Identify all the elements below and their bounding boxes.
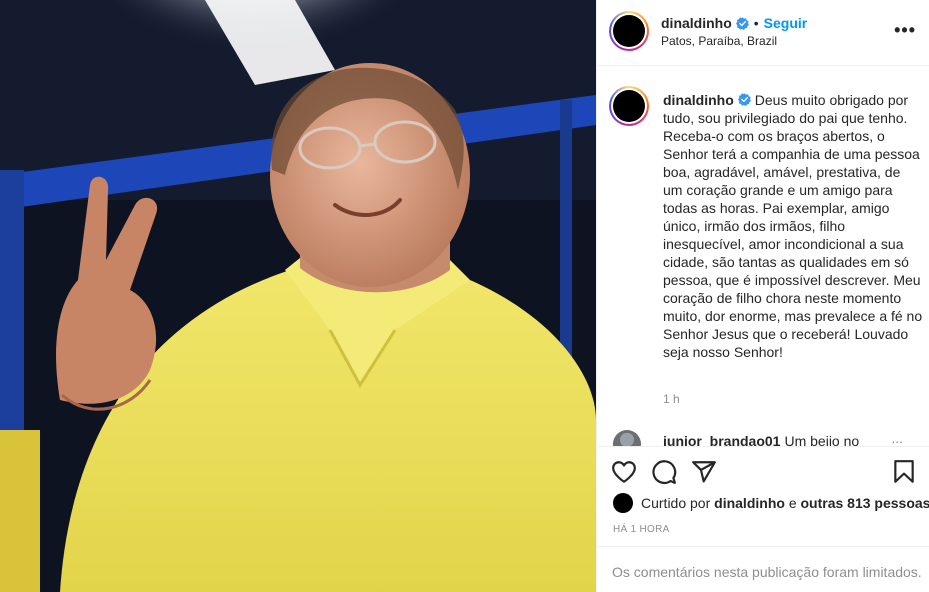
- post-photo[interactable]: [0, 0, 596, 592]
- post-header: dinaldinho • Seguir Patos, Paraíba, Braz…: [597, 0, 929, 66]
- liker-username[interactable]: dinaldinho: [714, 495, 785, 511]
- author-avatar[interactable]: [609, 11, 649, 51]
- comments-limited-text: Os comentários nesta publicação foram li…: [612, 564, 922, 580]
- caption-text: Deus muito obrigado por tudo, sou privil…: [663, 92, 923, 360]
- post-side-panel: dinaldinho • Seguir Patos, Paraíba, Braz…: [596, 0, 929, 592]
- post-photo-image: [0, 0, 596, 592]
- likes-summary: Curtido por dinaldinho e outras 813 pess…: [613, 493, 929, 513]
- commenter-avatar[interactable]: [613, 430, 641, 446]
- heart-icon[interactable]: [611, 459, 637, 485]
- likes-prefix: Curtido por: [641, 495, 711, 511]
- likes-connector: e: [788, 495, 797, 511]
- more-options-icon[interactable]: •••: [894, 21, 916, 39]
- commenter-username[interactable]: junior_brandao01: [663, 433, 780, 446]
- comment-item: junior_brandao01 Um beijo no ...: [609, 430, 919, 446]
- caption-avatar[interactable]: [609, 86, 649, 126]
- comment-icon[interactable]: [651, 459, 677, 485]
- comment-text: Um beijo no: [784, 433, 860, 446]
- comment-text-row: junior_brandao01 Um beijo no: [663, 433, 859, 446]
- verified-badge-icon: [737, 93, 751, 106]
- separator-dot: •: [753, 15, 759, 31]
- author-row: dinaldinho • Seguir: [661, 15, 807, 31]
- comment-more[interactable]: ...: [891, 430, 903, 446]
- action-bar: Curtido por dinaldinho e outras 813 pess…: [597, 446, 929, 546]
- follow-button[interactable]: Seguir: [764, 15, 808, 31]
- bookmark-icon[interactable]: [891, 459, 917, 485]
- caption-time: 1 h: [663, 392, 680, 406]
- caption-section: dinaldinho Deus muito obrigado por tudo,…: [597, 66, 929, 446]
- paper-plane-icon[interactable]: [691, 459, 717, 485]
- caption: dinaldinho Deus muito obrigado por tudo,…: [663, 91, 923, 361]
- post-timestamp[interactable]: HÁ 1 HORA: [613, 524, 670, 535]
- comments-limited-notice: Os comentários nesta publicação foram li…: [597, 546, 929, 592]
- likes-others-link[interactable]: outras 813 pessoas: [801, 495, 929, 511]
- post-location[interactable]: Patos, Paraíba, Brazil: [661, 34, 777, 48]
- author-username[interactable]: dinaldinho: [661, 15, 732, 31]
- liker-avatar[interactable]: [613, 493, 633, 513]
- caption-username[interactable]: dinaldinho: [663, 92, 734, 108]
- verified-badge-icon: [735, 16, 749, 30]
